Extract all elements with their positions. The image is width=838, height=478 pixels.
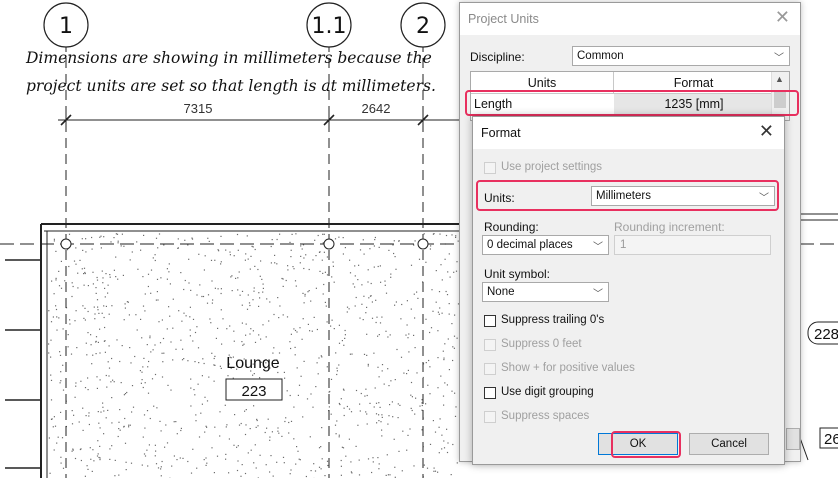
room-name: Lounge <box>226 355 279 372</box>
room-fill <box>46 228 461 478</box>
grid-label-1: 1 <box>59 14 73 39</box>
chevron-down-icon: ﹀ <box>593 289 603 300</box>
scroll-thumb[interactable] <box>774 90 786 108</box>
units-column-header[interactable]: Units <box>471 72 614 94</box>
close-icon[interactable]: ✕ <box>759 121 774 142</box>
discipline-value: Common <box>577 50 624 62</box>
scroll-up-icon[interactable]: ▲ <box>775 74 784 84</box>
units-value: Millimeters <box>596 190 651 202</box>
partial-tag-26-text: 26 <box>824 431 838 448</box>
dimension-string[interactable] <box>58 112 460 128</box>
annotation-line-1: Dimensions are showing in millimeters be… <box>26 49 432 67</box>
unit-symbol-label: Unit symbol: <box>484 267 551 281</box>
unit-symbol-value: None <box>487 286 515 298</box>
rounding-value: 0 decimal places <box>487 239 573 251</box>
cancel-button[interactable]: Cancel <box>689 433 769 455</box>
grid-label-2: 2 <box>416 14 430 39</box>
length-unit-cell[interactable]: Length <box>471 94 614 114</box>
rounding-dropdown[interactable]: 0 decimal places ﹀ <box>482 235 609 255</box>
rounding-label: Rounding: <box>484 220 539 234</box>
unit-symbol-dropdown[interactable]: None ﹀ <box>482 282 609 302</box>
project-units-button-partial[interactable] <box>786 428 800 450</box>
annotation-note: Dimensions are showing in millimeters be… <box>26 44 466 100</box>
project-units-title: Project Units <box>468 12 539 26</box>
room-number: 223 <box>241 383 266 400</box>
units-table-scrollbar[interactable]: ▲ <box>771 72 789 120</box>
chevron-down-icon: ﹀ <box>593 242 603 253</box>
length-format-cell[interactable]: 1235 [mm] <box>614 94 774 114</box>
suppress-trailing-zeros-label: Suppress trailing 0's <box>501 314 605 326</box>
dimension-text-7315: 7315 <box>184 101 213 116</box>
units-dropdown[interactable]: Millimeters ﹀ <box>591 186 775 206</box>
dimension-text-2642: 2642 <box>362 101 391 116</box>
revit-view: 1 1.1 2 7315 2642 Lounge 223 228 26 Dime… <box>0 0 838 478</box>
use-project-settings-checkbox[interactable] <box>484 162 496 174</box>
format-title: Format <box>481 126 521 140</box>
discipline-dropdown[interactable]: Common ﹀ <box>572 46 790 66</box>
grid-bubbles: 1 1.1 2 <box>43 2 446 48</box>
partial-tag-228-text: 228 <box>814 326 838 343</box>
use-project-settings-label: Use project settings <box>501 161 602 173</box>
close-icon[interactable]: ✕ <box>775 7 790 28</box>
rounding-increment-label: Rounding increment: <box>614 220 725 234</box>
suppress-spaces-checkbox[interactable] <box>484 411 496 423</box>
suppress-zero-feet-checkbox[interactable] <box>484 339 496 351</box>
suppress-trailing-zeros-checkbox[interactable] <box>484 315 496 327</box>
window-ticks <box>5 259 41 469</box>
digit-grouping-label: Use digit grouping <box>501 386 594 398</box>
units-label: Units: <box>484 191 515 205</box>
units-table: Units Format Length 1235 [mm] ▲ <box>470 71 790 121</box>
format-column-header[interactable]: Format <box>614 72 774 94</box>
chevron-down-icon: ﹀ <box>774 53 784 64</box>
suppress-spaces-label: Suppress spaces <box>501 410 590 422</box>
rounding-increment-input[interactable]: 1 <box>614 235 771 255</box>
grid-label-1-1: 1.1 <box>312 14 347 39</box>
project-units-titlebar[interactable]: Project Units ✕ <box>460 3 800 35</box>
suppress-zero-feet-label: Suppress 0 feet <box>501 338 582 350</box>
discipline-label: Discipline: <box>470 50 525 64</box>
annotation-line-2: project units are set so that length is … <box>26 77 436 95</box>
format-titlebar[interactable]: Format ✕ <box>473 117 784 149</box>
chevron-down-icon: ﹀ <box>759 193 769 204</box>
show-plus-checkbox[interactable] <box>484 363 496 375</box>
show-plus-label: Show + for positive values <box>501 362 635 374</box>
digit-grouping-checkbox[interactable] <box>484 387 496 399</box>
ok-button[interactable]: OK <box>598 433 678 455</box>
rounding-increment-value: 1 <box>620 239 627 251</box>
format-dialog: Format ✕ Use project settings Units: Mil… <box>472 116 785 465</box>
